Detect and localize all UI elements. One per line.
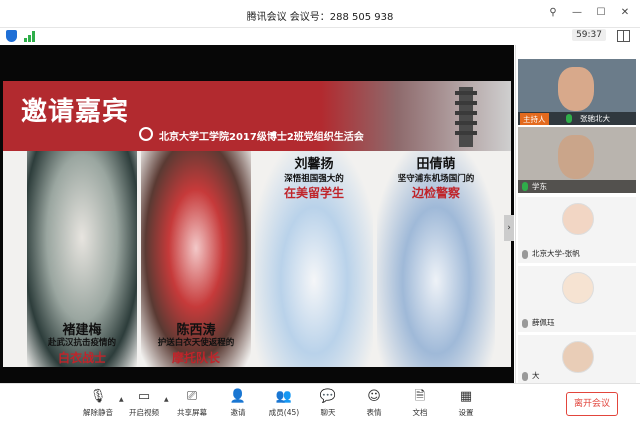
camera-off-icon: ▭ — [137, 389, 151, 404]
guest-card: 田倩萌 坚守浦东机场国门的 边检警察 — [377, 151, 495, 367]
mic-muted-icon: 🎙 — [89, 389, 107, 404]
guest-name: 田倩萌 — [416, 157, 456, 172]
guest-name: 刘馨扬 — [294, 157, 334, 172]
participants-panel: 主持人 张驰北大 学东 北京大学-张帆 薛佩珏 大 — [515, 45, 640, 383]
share-screen-button[interactable]: ⎚ 共享屏幕 — [170, 388, 214, 424]
guest-card: 陈西涛 护送白衣天使返程的 摩托队长 — [141, 151, 251, 367]
participant-avatar-tile[interactable]: 薛佩珏 — [518, 266, 636, 332]
window-title: 腾讯会议 会议号：288 505 938 — [246, 12, 394, 23]
invite-button[interactable]: 👤 邀请 — [216, 388, 260, 424]
members-button[interactable]: 👥 成员(45) — [262, 388, 306, 424]
slide-subtitle-bar: 北京大学工学院2017级博士2班党组织生活会 — [139, 125, 389, 145]
leave-meeting-button[interactable]: 离开会议 — [566, 392, 618, 416]
guest-desc: 赴武汉抗击疫情的 — [47, 338, 116, 348]
mic-muted-icon — [522, 250, 528, 259]
settings-icon: ▦ — [459, 389, 473, 404]
guest-desc: 深悟祖国强大的 — [284, 174, 344, 184]
close-icon[interactable]: ✕ — [618, 6, 632, 20]
guest-desc: 坚守浦东机场国门的 — [397, 174, 475, 184]
mic-muted-icon — [522, 319, 528, 328]
chat-icon: 💬 — [319, 389, 337, 404]
emoji-icon: ☺ — [367, 389, 381, 404]
participant-avatar-tile[interactable]: 大 — [518, 335, 636, 383]
emoji-button[interactable]: ☺ 表情 — [352, 388, 396, 424]
slide-banner: 邀请嘉宾 北京大学工学院2017级博士2班党组织生活会 — [3, 81, 511, 151]
presentation-slide: 邀请嘉宾 北京大学工学院2017级博士2班党组织生活会 褚建梅 赴武汉抗击疫情的… — [3, 81, 511, 367]
minimize-icon[interactable]: — — [570, 6, 584, 20]
shared-screen: 邀请嘉宾 北京大学工学院2017级博士2班党组织生活会 褚建梅 赴武汉抗击疫情的… — [0, 45, 514, 383]
university-logo-icon — [139, 127, 153, 141]
unmute-button[interactable]: 🎙 解除静音 — [76, 388, 120, 424]
mic-muted-icon — [522, 372, 528, 381]
participant-name: 大 — [532, 371, 540, 380]
participant-video — [558, 67, 594, 111]
start-video-button[interactable]: ▭ 开启视频 — [122, 388, 166, 424]
members-icon: 👥 — [275, 389, 293, 404]
guest-tag: 在美留学生 — [283, 186, 344, 200]
settings-button[interactable]: ▦ 设置 — [444, 388, 488, 424]
mic-icon — [522, 182, 528, 191]
title-bar: 腾讯会议 会议号：288 505 938 ⚲ — ☐ ✕ — [0, 0, 640, 28]
maximize-icon[interactable]: ☐ — [594, 6, 608, 20]
participant-video-tile[interactable]: 学东 — [518, 127, 636, 193]
host-badge: 主持人 — [520, 113, 549, 125]
avatar — [562, 203, 594, 235]
document-button[interactable]: 🗎 文档 — [398, 388, 442, 424]
guest-tag: 边检警察 — [411, 186, 460, 200]
chat-button[interactable]: 💬 聊天 — [306, 388, 350, 424]
shield-icon[interactable] — [6, 30, 17, 42]
chevron-up-icon[interactable]: ▲ — [164, 396, 169, 403]
participant-video — [558, 135, 594, 179]
guest-tag: 摩托队长 — [171, 351, 220, 365]
status-bar: 59:37 — [0, 28, 640, 45]
guest-desc: 护送白衣天使返程的 — [157, 338, 235, 348]
document-icon: 🗎 — [414, 389, 426, 404]
slide-heading: 邀请嘉宾 — [21, 97, 130, 127]
participant-name: 北京大学-张帆 — [532, 249, 580, 258]
guest-card: 刘馨扬 深悟祖国强大的 在美留学生 — [255, 151, 373, 367]
meeting-toolbar: 🎙 解除静音 ▲ ▭ 开启视频 ▲ ⎚ 共享屏幕 👤 邀请 👥 成员(45) 💬… — [0, 383, 640, 426]
avatar — [562, 272, 594, 304]
pin-icon[interactable]: ⚲ — [546, 6, 560, 20]
meeting-timer: 59:37 — [572, 29, 606, 41]
pagoda-image — [455, 87, 477, 147]
invite-icon: 👤 — [229, 389, 247, 404]
signal-icon[interactable] — [24, 31, 36, 42]
slide-subtitle: 北京大学工学院2017级博士2班党组织生活会 — [159, 132, 364, 143]
participant-name: 张驰北大 — [580, 114, 610, 123]
share-screen-icon: ⎚ — [186, 389, 198, 404]
mic-icon — [566, 114, 572, 123]
grid-layout-icon[interactable] — [617, 30, 630, 42]
guest-tag: 白衣战士 — [57, 351, 106, 365]
participant-name: 薛佩珏 — [532, 318, 555, 327]
guest-card: 褚建梅 赴武汉抗击疫情的 白衣战士 — [27, 151, 137, 367]
chevron-right-icon[interactable]: › — [504, 215, 514, 241]
participant-video-tile[interactable]: 主持人 张驰北大 — [518, 59, 636, 125]
participant-name: 学东 — [532, 182, 547, 191]
avatar — [562, 341, 594, 373]
participant-avatar-tile[interactable]: 北京大学-张帆 — [518, 197, 636, 263]
